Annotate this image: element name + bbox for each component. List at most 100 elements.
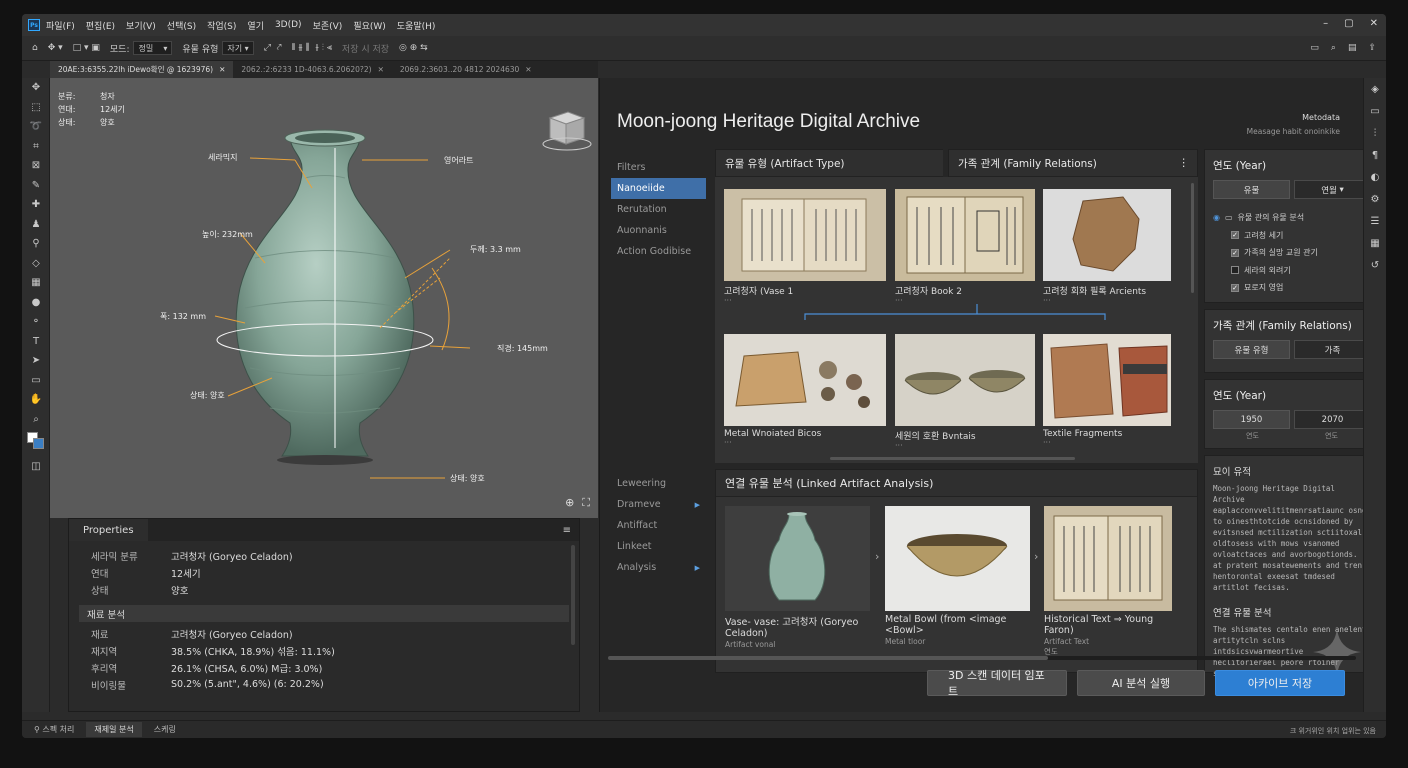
frame-tool-icon[interactable]: ⊠ [22, 156, 50, 176]
type-tool-icon[interactable]: T [22, 332, 50, 352]
filter-item[interactable]: Linkeet [611, 536, 706, 557]
filter-item[interactable]: Leweering [611, 473, 706, 494]
linked-item-text[interactable]: Historical Text ⇒ Young Faron) Artifact … [1044, 506, 1172, 657]
import-3d-scan-button[interactable]: 3D 스캔 데이터 임포트 [927, 669, 1067, 698]
artifact-thumb-4[interactable]: Metal Wnoiated Bicos ··· [724, 334, 886, 447]
filter-item[interactable]: Rerutation [611, 199, 706, 220]
filter-item[interactable]: Auonnanis [611, 220, 706, 241]
artifact-thumb-1[interactable]: 고려청자 (Vase 1 ··· [724, 189, 886, 305]
quick-mask-icon[interactable]: ◫ [22, 457, 50, 477]
close-icon[interactable]: ✕ [1370, 18, 1378, 29]
scroll-thumb[interactable] [608, 656, 1048, 660]
paragraph-icon[interactable]: ¶ [1364, 144, 1386, 166]
blur-tool-icon[interactable]: ● [22, 293, 50, 313]
filter-item-selected[interactable]: Nanoeiide [611, 178, 706, 199]
menu-file[interactable]: 파일(F) [46, 19, 75, 32]
tree-item[interactable]: ✓ 가족의 실망 교원 관기 [1213, 244, 1371, 262]
grid-scrollbar[interactable] [830, 457, 1075, 460]
adjust-icon[interactable]: ⫶ [1364, 122, 1386, 144]
panel-menu-icon[interactable]: ≡ [563, 525, 571, 536]
status-item-active[interactable]: 재제일 분석 [86, 722, 142, 737]
linked-item-vase[interactable]: Vase- vase: 고려청자 (Goryeo Celadon) Artifa… [725, 506, 870, 649]
shape-tool-icon[interactable]: ▭ [22, 371, 50, 391]
artifact-type-button[interactable]: 유물 유형 [1213, 340, 1290, 359]
marquee-tool-icon[interactable]: ⬚ [22, 98, 50, 118]
fullscreen-icon[interactable]: ⛶ [582, 496, 590, 510]
eraser-tool-icon[interactable]: ◇ [22, 254, 50, 274]
close-icon[interactable]: ✕ [219, 65, 225, 74]
menu-action[interactable]: 작업(S) [207, 19, 236, 32]
tab-document-3[interactable]: 2069.2:3603..20 4812 2024630 ✕ [392, 61, 540, 78]
minimize-icon[interactable]: – [1323, 18, 1328, 29]
menu-3d[interactable]: 3D(D) [275, 20, 302, 30]
healing-tool-icon[interactable]: ✚ [22, 195, 50, 215]
artifact-button[interactable]: 유물 [1213, 180, 1290, 199]
family-button[interactable]: 가족 [1294, 340, 1371, 359]
filter-item[interactable]: Drameve ▶ [611, 494, 706, 515]
move-tool-icon[interactable]: ✥ ▾ [48, 43, 63, 53]
year-from-input[interactable]: 1950 [1213, 410, 1290, 429]
hand-tool-icon[interactable]: ✋ [22, 390, 50, 410]
filter-item[interactable]: Action Godibise [611, 241, 706, 262]
status-item[interactable]: 스케링 [154, 724, 176, 735]
tab-document-2[interactable]: 2062.:2:6233 1D-4063.6.20620?2) ✕ [233, 61, 391, 78]
share-icon[interactable]: ⇪ [1368, 43, 1376, 53]
layout-icon[interactable]: ▤ [1348, 43, 1357, 53]
filter-item[interactable]: Analysis ▶ [611, 557, 706, 578]
run-ai-analysis-button[interactable]: AI 분석 실행 [1077, 670, 1205, 696]
history-icon[interactable]: ↺ [1364, 254, 1386, 276]
tree-item[interactable]: ✓ 고려청 세기 [1213, 227, 1371, 245]
gradient-tool-icon[interactable]: ▦ [22, 273, 50, 293]
swatches-icon[interactable]: ◐ [1364, 166, 1386, 188]
menu-open[interactable]: 열기 [247, 19, 264, 32]
checkbox[interactable]: ✓ [1231, 283, 1239, 292]
maximize-icon[interactable]: ▢ [1344, 18, 1353, 29]
home-icon[interactable]: ⌂ [32, 43, 38, 53]
crop-tool-icon[interactable]: ⌗ [22, 137, 50, 157]
lasso-tool-icon[interactable]: ➰ [22, 117, 50, 137]
type-select[interactable]: 자기 ▾ [222, 41, 254, 55]
artifact-thumb-3[interactable]: 고려청 회화 필록 Arcients ··· [1043, 189, 1171, 305]
close-icon[interactable]: ✕ [378, 65, 384, 74]
settings-icon[interactable]: ⚙ [1364, 188, 1386, 210]
clone-tool-icon[interactable]: ⚲ [22, 234, 50, 254]
3d-cube-icon[interactable] [532, 110, 592, 154]
dodge-tool-icon[interactable]: ⚬ [22, 312, 50, 332]
3d-mode-icons[interactable]: ◎ ⊕ ⇆ [399, 43, 428, 53]
tab-document-1[interactable]: 20AE:3:6355.22lh iDewo확인 @ 1623976) ✕ [50, 61, 234, 78]
menu-preserve[interactable]: 보존(V) [313, 19, 343, 32]
tree-root[interactable]: ◉ ▭ 유물 관의 유물 분석 [1213, 209, 1371, 227]
tab-properties[interactable]: Properties [69, 519, 148, 541]
layers-icon[interactable]: ◈ [1364, 78, 1386, 100]
checkbox[interactable]: ✓ [1231, 231, 1239, 240]
more-icon[interactable]: ⋮ [1179, 157, 1190, 169]
transform-icon[interactable]: ⤢ ⤤ [264, 43, 282, 53]
grid-icon[interactable]: ▦ [1364, 232, 1386, 254]
eyedropper-tool-icon[interactable]: ✎ [22, 176, 50, 196]
save-archive-button[interactable]: 아카이브 저장 [1215, 670, 1345, 696]
align-icons[interactable]: ⫴ ⫵ ⫼ ⫳ ⫶ ⫷ [292, 43, 332, 53]
status-item[interactable]: ⚲ 스펙 처리 [34, 724, 74, 735]
tree-item[interactable]: 세라의 외려기 [1213, 262, 1371, 280]
close-icon[interactable]: ✕ [525, 65, 531, 74]
move-tool-icon[interactable]: ✥ [22, 78, 50, 98]
linked-item-bowl[interactable]: Metal Bowl (from <image <Bowl> Metal tlo… [885, 506, 1030, 646]
menu-view[interactable]: 보기(V) [126, 19, 156, 32]
tree-item[interactable]: ✓ 묘로지 영업 [1213, 279, 1371, 297]
grid-vscrollbar[interactable] [1191, 183, 1194, 293]
menu-select[interactable]: 선택(S) [167, 19, 196, 32]
list-icon[interactable]: ☰ [1364, 210, 1386, 232]
year-to-input[interactable]: 2070 [1294, 410, 1371, 429]
brush-tool-icon[interactable]: ♟ [22, 215, 50, 235]
mode-select[interactable]: 정밀 ▾ [133, 41, 173, 55]
checkbox[interactable] [1231, 266, 1239, 275]
zoom-in-icon[interactable]: ⊕ [565, 496, 574, 510]
zoom-tool-icon[interactable]: ⌕ [22, 410, 50, 430]
menu-help[interactable]: 도움말(H) [397, 19, 436, 32]
color-swatch-icon[interactable]: □ ▾ ▣ [73, 43, 100, 53]
artifact-thumb-6[interactable]: Textile Fragments ··· [1043, 334, 1171, 447]
artifact-thumb-5[interactable]: 세원의 호환 Bvntais ··· [895, 334, 1035, 450]
menu-window[interactable]: 필요(W) [353, 19, 385, 32]
properties-scrollbar[interactable] [571, 545, 575, 645]
checkbox[interactable]: ✓ [1231, 248, 1239, 257]
